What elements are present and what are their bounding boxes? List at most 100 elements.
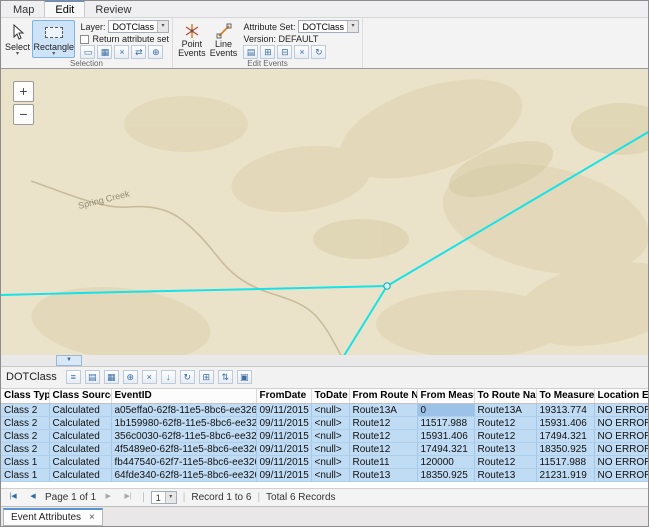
- clear-selection-icon[interactable]: ×: [114, 45, 129, 59]
- table-cell[interactable]: 19313.774: [536, 404, 594, 417]
- sort-records-icon[interactable]: ⇅: [218, 370, 233, 384]
- table-row[interactable]: Class 1Calculated64fde340-62f8-11e5-8bc6…: [1, 469, 648, 482]
- table-cell[interactable]: Class 1: [1, 469, 49, 482]
- table-cell[interactable]: <null>: [311, 430, 349, 443]
- switch-selection-icon[interactable]: ⇄: [131, 45, 146, 59]
- table-cell[interactable]: Route13: [349, 469, 417, 482]
- clear-table-selection-icon[interactable]: ×: [142, 370, 157, 384]
- show-selection-icon[interactable]: ▦: [97, 45, 112, 59]
- table-row[interactable]: Class 2Calculated1b159980-62f8-11e5-8bc6…: [1, 417, 648, 430]
- table-cell[interactable]: 09/11/2015: [256, 469, 311, 482]
- table-cell[interactable]: 11517.988: [417, 417, 474, 430]
- column-header[interactable]: To Measure: [536, 389, 594, 404]
- table-cell[interactable]: Route12: [474, 417, 536, 430]
- zoom-out-button[interactable]: −: [13, 104, 34, 125]
- table-cell[interactable]: Route13A: [474, 404, 536, 417]
- column-header[interactable]: FromDate: [256, 389, 311, 404]
- refresh-table-icon[interactable]: ↻: [180, 370, 195, 384]
- page-size-dropdown[interactable]: 1 ▾: [151, 491, 177, 504]
- table-cell[interactable]: 0: [417, 404, 474, 417]
- zoom-to-selection-icon[interactable]: ⊕: [148, 45, 163, 59]
- table-cell[interactable]: Class 2: [1, 404, 49, 417]
- table-cell[interactable]: fb447540-62f7-11e5-8bc6-ee32641d5ec9: [111, 456, 256, 469]
- options-menu-icon[interactable]: ≡: [66, 370, 81, 384]
- table-cell[interactable]: Class 2: [1, 443, 49, 456]
- table-cell[interactable]: 18350.925: [417, 469, 474, 482]
- map-canvas[interactable]: Spring Creek + −: [1, 69, 648, 355]
- table-cell[interactable]: Calculated: [49, 443, 111, 456]
- table-row[interactable]: Class 2Calculated356c0030-62f8-11e5-8bc6…: [1, 430, 648, 443]
- table-cell[interactable]: 18350.925: [536, 443, 594, 456]
- tab-edit[interactable]: Edit: [44, 0, 85, 17]
- table-cell[interactable]: 15931.406: [417, 430, 474, 443]
- table-cell[interactable]: Class 2: [1, 417, 49, 430]
- column-header[interactable]: ToDate: [311, 389, 349, 404]
- table-cell[interactable]: <null>: [311, 443, 349, 456]
- panel-splitter[interactable]: ▼: [1, 355, 648, 367]
- table-cell[interactable]: Calculated: [49, 417, 111, 430]
- chevron-down-icon[interactable]: ▾: [165, 492, 176, 503]
- table-cell[interactable]: 17494.321: [536, 430, 594, 443]
- return-attribute-set-checkbox[interactable]: [80, 35, 89, 44]
- remove-event-icon[interactable]: ⊟: [277, 45, 292, 59]
- table-cell[interactable]: 15931.406: [536, 417, 594, 430]
- column-header[interactable]: To Route Name: [474, 389, 536, 404]
- export-records-icon[interactable]: ↓: [161, 370, 176, 384]
- chevron-down-icon[interactable]: ▾: [157, 21, 168, 32]
- table-cell[interactable]: 09/11/2015: [256, 404, 311, 417]
- zoom-to-record-icon[interactable]: ⊕: [123, 370, 138, 384]
- collapse-panel-button[interactable]: ▼: [56, 355, 82, 366]
- column-header[interactable]: Class Source: [49, 389, 111, 404]
- table-cell[interactable]: Class 2: [1, 430, 49, 443]
- table-cell[interactable]: Route12: [349, 430, 417, 443]
- table-cell[interactable]: 09/11/2015: [256, 417, 311, 430]
- column-header[interactable]: From Route Name: [349, 389, 417, 404]
- table-cell[interactable]: <null>: [311, 404, 349, 417]
- table-cell[interactable]: NO ERROR: [594, 417, 648, 430]
- refresh-events-icon[interactable]: ↻: [311, 45, 326, 59]
- column-header[interactable]: Location Error: [594, 389, 648, 404]
- table-cell[interactable]: 356c0030-62f8-11e5-8bc6-ee32641d5ec9: [111, 430, 256, 443]
- tab-event-attributes[interactable]: Event Attributes ×: [3, 508, 103, 526]
- column-header[interactable]: Class Type: [1, 389, 49, 404]
- table-row[interactable]: Class 1Calculatedfb447540-62f7-11e5-8bc6…: [1, 456, 648, 469]
- table-cell[interactable]: 4f5489e0-62f8-11e5-8bc6-ee32641d5ec9: [111, 443, 256, 456]
- table-cell[interactable]: NO ERROR: [594, 404, 648, 417]
- select-by-rectangle-icon[interactable]: ▭: [80, 45, 95, 59]
- table-row[interactable]: Class 2Calculated4f5489e0-62f8-11e5-8bc6…: [1, 443, 648, 456]
- tab-map[interactable]: Map: [3, 2, 44, 17]
- add-record-icon[interactable]: ⊞: [199, 370, 214, 384]
- zoom-in-button[interactable]: +: [13, 81, 34, 102]
- table-cell[interactable]: 21231.919: [536, 469, 594, 482]
- first-page-button[interactable]: |◀: [5, 491, 21, 504]
- last-page-button[interactable]: ▶|: [120, 491, 136, 504]
- table-cell[interactable]: Class 1: [1, 456, 49, 469]
- next-page-button[interactable]: ▶: [100, 491, 116, 504]
- line-events-button[interactable]: Line Events: [209, 20, 239, 58]
- table-cell[interactable]: a05effa0-62f8-11e5-8bc6-ee32641d5ec9: [111, 404, 256, 417]
- table-cell[interactable]: 09/11/2015: [256, 430, 311, 443]
- table-row[interactable]: Class 2Calculateda05effa0-62f8-11e5-8bc6…: [1, 404, 648, 417]
- table-cell[interactable]: Route12: [474, 456, 536, 469]
- table-cell[interactable]: Calculated: [49, 430, 111, 443]
- table-cell[interactable]: NO ERROR: [594, 469, 648, 482]
- table-cell[interactable]: 1b159980-62f8-11e5-8bc6-ee32641d5ec9: [111, 417, 256, 430]
- event-table-icon[interactable]: ▤: [243, 45, 258, 59]
- attribute-set-dropdown[interactable]: DOTClass ▾: [298, 20, 359, 33]
- table-cell[interactable]: 17494.321: [417, 443, 474, 456]
- chevron-down-icon[interactable]: ▾: [347, 21, 358, 32]
- table-cell[interactable]: Route12: [349, 443, 417, 456]
- point-events-button[interactable]: Point Events: [176, 20, 208, 58]
- table-cell[interactable]: 64fde340-62f8-11e5-8bc6-ee32641d5ec9: [111, 469, 256, 482]
- column-header[interactable]: EventID: [111, 389, 256, 404]
- table-cell[interactable]: <null>: [311, 469, 349, 482]
- table-cell[interactable]: Route12: [474, 430, 536, 443]
- table-cell[interactable]: NO ERROR: [594, 443, 648, 456]
- select-tool-button[interactable]: Select ▾: [4, 20, 31, 58]
- table-cell[interactable]: Calculated: [49, 469, 111, 482]
- delete-event-icon[interactable]: ×: [294, 45, 309, 59]
- rectangle-tool-button[interactable]: Rectangle ▾: [32, 20, 75, 58]
- show-all-records-icon[interactable]: ▤: [85, 370, 100, 384]
- table-cell[interactable]: 11517.988: [536, 456, 594, 469]
- table-cell[interactable]: <null>: [311, 456, 349, 469]
